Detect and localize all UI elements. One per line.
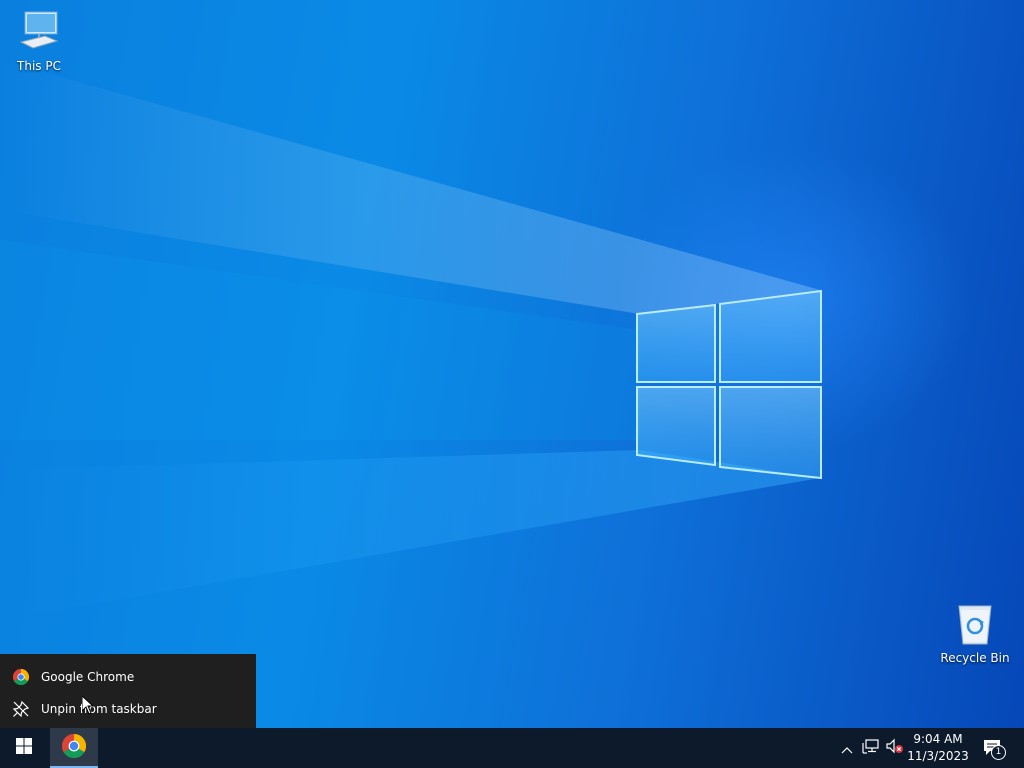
clock-time: 9:04 AM — [913, 732, 963, 746]
desktop-icon-this-pc[interactable]: This PC — [1, 8, 77, 73]
network-icon — [862, 738, 880, 758]
jump-list-item-label: Google Chrome — [41, 670, 135, 684]
volume-button[interactable] — [884, 728, 906, 768]
chrome-icon — [61, 734, 87, 762]
jump-list-item-google-chrome[interactable]: Google Chrome — [0, 661, 256, 693]
clock-date: 11/3/2023 — [907, 749, 969, 763]
network-button[interactable] — [860, 728, 882, 768]
unpin-icon — [12, 700, 30, 718]
volume-muted-icon — [886, 738, 904, 758]
wallpaper-art — [0, 60, 822, 620]
action-center-icon: 1 — [982, 738, 1006, 760]
chevron-up-icon — [841, 739, 853, 758]
taskbar-app-chrome[interactable] — [50, 728, 98, 768]
recycle-bin-icon — [937, 602, 1013, 649]
action-center-button[interactable]: 1 — [978, 728, 1008, 768]
chrome-icon — [12, 668, 30, 686]
taskbar-jump-list: Google Chrome Unpin from taskbar — [0, 654, 256, 728]
jump-list-item-label: Unpin from taskbar — [41, 702, 157, 716]
desktop-icon-label: Recycle Bin — [940, 651, 1010, 665]
show-hidden-icons-button[interactable] — [838, 728, 856, 768]
desktop-icon-label: This PC — [17, 59, 61, 73]
windows-logo-icon — [16, 738, 32, 758]
desktop-wallpaper: This PC Recycle Bin — [0, 0, 1024, 728]
desktop-icon-recycle-bin[interactable]: Recycle Bin — [937, 602, 1013, 665]
taskbar: 9:04 AM 11/3/2023 1 — [0, 728, 1024, 768]
computer-icon — [1, 8, 77, 57]
notification-count-badge: 1 — [991, 745, 1006, 760]
start-button[interactable] — [0, 728, 48, 768]
clock-button[interactable]: 9:04 AM 11/3/2023 — [906, 728, 970, 768]
jump-list-item-unpin[interactable]: Unpin from taskbar — [0, 693, 256, 725]
mouse-cursor — [81, 694, 95, 719]
